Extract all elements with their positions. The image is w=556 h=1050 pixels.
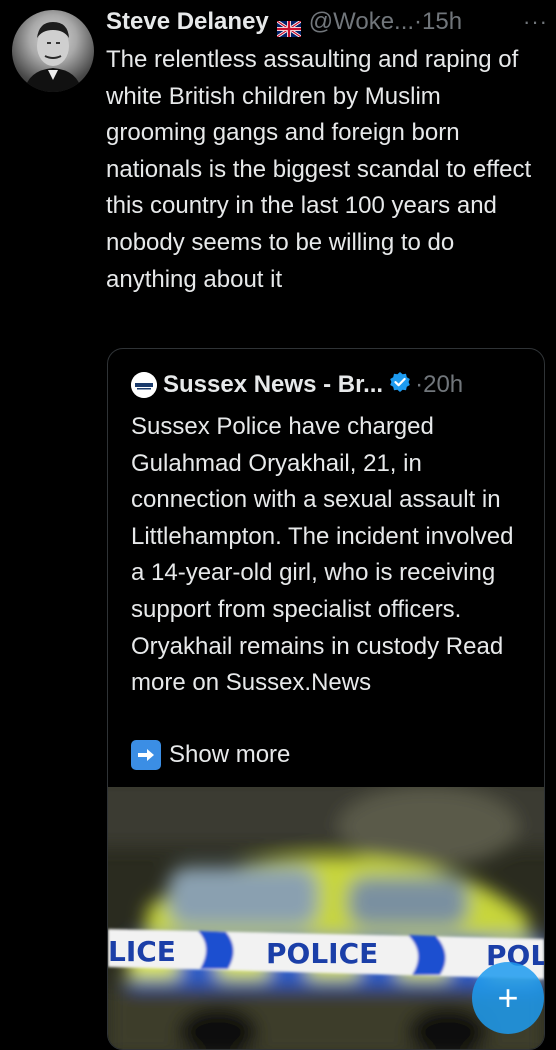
right-arrow-emoji-icon — [131, 740, 161, 770]
police-tape: LICE POLICE POL — [108, 935, 544, 972]
quoted-timestamp[interactable]: 20h — [423, 371, 463, 399]
show-more-link[interactable]: Show more — [131, 737, 290, 773]
uk-flag-icon — [275, 14, 302, 39]
separator-dot: · — [414, 8, 423, 35]
more-options-icon[interactable]: ··· — [523, 6, 548, 38]
quoted-display-name[interactable]: Sussex News - Br... — [163, 371, 383, 399]
tweet-header: Steve Delaney @Woke... · 15h ··· — [106, 6, 548, 39]
quoted-tweet-text: Sussex Police have charged Gulahmad Orya… — [131, 413, 514, 697]
verified-badge-icon — [389, 371, 411, 400]
compose-button[interactable]: + — [472, 962, 544, 1034]
tape-text: LICE — [108, 935, 176, 968]
sussex-news-logo[interactable] — [131, 372, 157, 398]
tape-text: POLICE — [266, 937, 379, 970]
avatar[interactable] — [12, 10, 94, 92]
quoted-tweet[interactable]: Sussex News - Br... · 20h Sussex Police … — [107, 348, 545, 1050]
plus-icon: + — [497, 977, 519, 1018]
show-more-label: Show more — [169, 741, 291, 768]
display-name[interactable]: Steve Delaney — [106, 6, 269, 38]
portrait-image — [24, 22, 82, 92]
tweet[interactable]: Steve Delaney @Woke... · 15h ··· The rel… — [0, 0, 556, 1050]
handle[interactable]: @Woke... — [309, 6, 414, 38]
tweet-text: The relentless assaulting and raping of … — [106, 46, 532, 293]
quoted-separator-dot: · — [415, 371, 424, 398]
quoted-tweet-header: Sussex News - Br... · 20h — [131, 369, 463, 401]
timestamp[interactable]: 15h — [422, 6, 462, 38]
